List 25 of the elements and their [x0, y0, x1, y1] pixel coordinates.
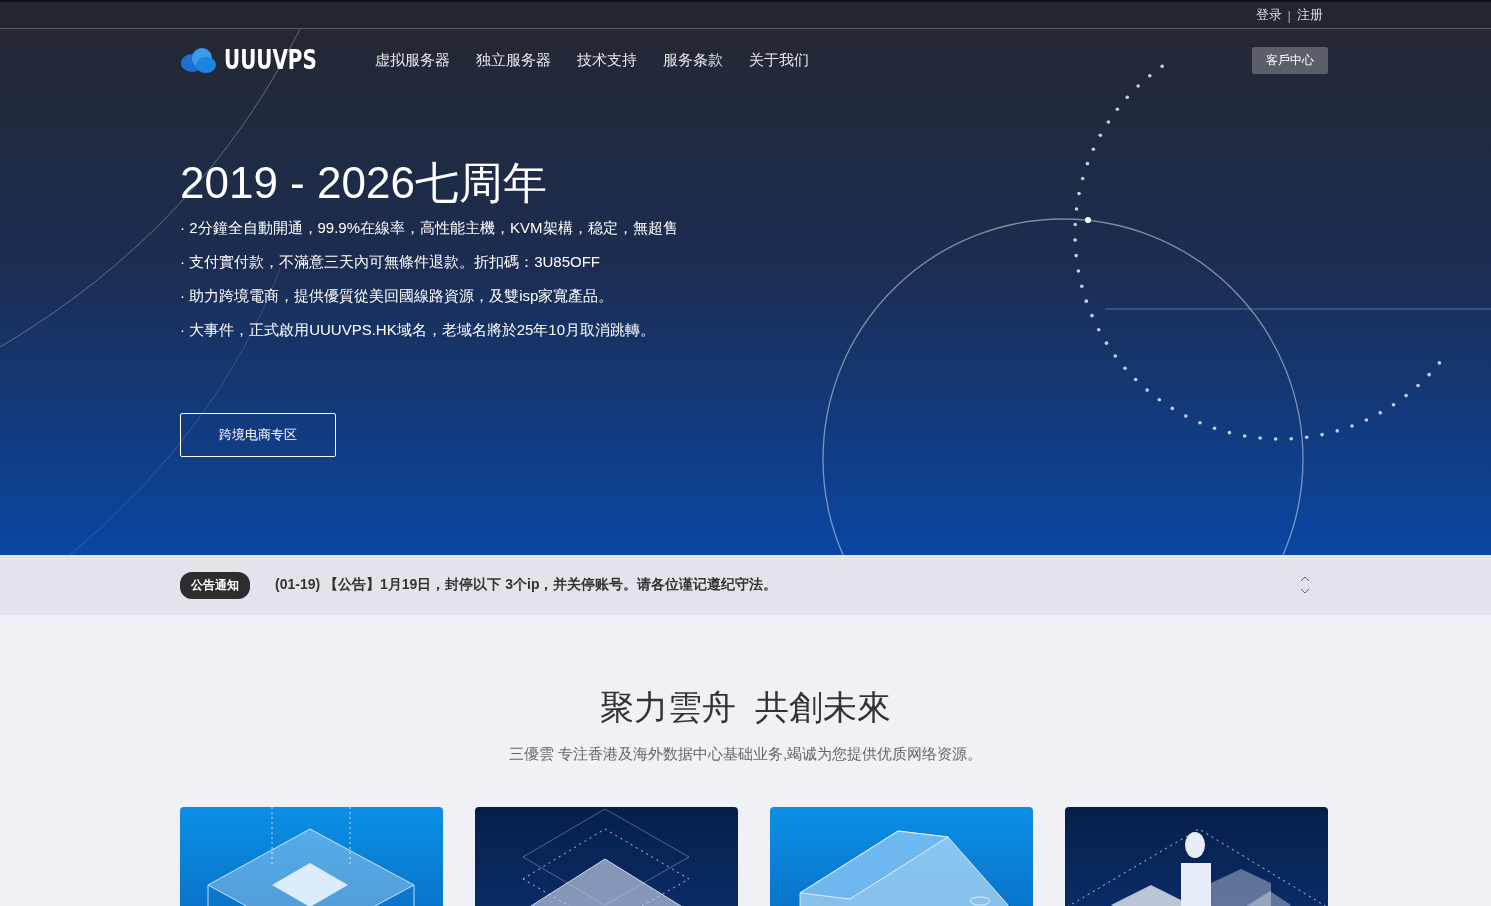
- login-link[interactable]: 登录: [1255, 6, 1282, 24]
- feature-text: · 2分鐘全自動開通，99.9%在線率，高性能主機，KVM架構，稳定，無超售: [180, 219, 679, 239]
- nav-link[interactable]: 技术支持: [577, 50, 638, 70]
- register-link[interactable]: 注册: [1297, 6, 1323, 24]
- logo-text: UUUVPS: [224, 45, 317, 75]
- nav-link[interactable]: 独立服务器: [476, 50, 552, 70]
- nav-link[interactable]: 关于我们: [749, 50, 810, 70]
- hero-title: 2019 - 2026七周年: [180, 159, 548, 208]
- link-separator: |: [1287, 7, 1291, 23]
- notice-text[interactable]: (01-19) 【公告】1月19日，封停以下 3个ip，并关停账号。请各位谨记遵纪守法。: [275, 576, 1300, 594]
- feature-text: · 大事件，正式啟用UUUVPS.HK域名，老域名將於25年10月取消跳轉。: [180, 321, 657, 341]
- feature-text: · 支付實付款，不滿意三天內可無條件退款。折扣碼：3U85OFF: [180, 253, 601, 273]
- chevron-up-icon[interactable]: [1300, 576, 1310, 582]
- feature-text: · 助力跨境電商，提供優質從美回國線路資源，及雙isp家寬產品。: [180, 287, 615, 307]
- chevron-down-icon[interactable]: [1300, 588, 1310, 594]
- section-title: 聚力雲舟 共創未來: [599, 687, 892, 728]
- nav-link[interactable]: 服务条款: [663, 50, 724, 70]
- feature-card[interactable]: [1065, 807, 1328, 906]
- ecommerce-zone-button[interactable]: 跨境电商专区: [180, 413, 336, 458]
- nav-link[interactable]: 虚拟服务器: [375, 50, 451, 70]
- notice-badge: 公告通知: [180, 571, 250, 599]
- feature-card[interactable]: [475, 807, 738, 906]
- client-center-button[interactable]: 客戶中心: [1252, 46, 1328, 74]
- cloud-logo-icon: [180, 47, 216, 73]
- section-subtitle: 三優雲 专注香港及海外数据中心基础业务,竭诚为您提供优质网络资源。: [507, 745, 984, 764]
